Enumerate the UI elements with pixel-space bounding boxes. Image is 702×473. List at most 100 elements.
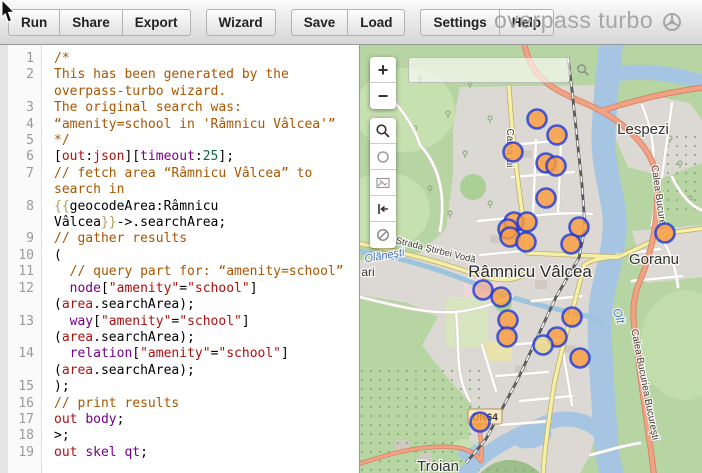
line-number: 16 bbox=[8, 396, 42, 412]
code-line: 14 relation["amenity"="school"] bbox=[8, 346, 360, 362]
export-image-tool-button[interactable] bbox=[370, 170, 396, 196]
code-text: out skel qt; bbox=[42, 445, 148, 461]
export-button[interactable]: Export bbox=[122, 9, 191, 36]
save-load-group: Save Load bbox=[291, 9, 406, 36]
line-number: 8 bbox=[8, 199, 42, 215]
school-marker[interactable] bbox=[528, 110, 547, 129]
overpass-turbo-app: { "app": { "logo_text": "overpass turbo"… bbox=[0, 0, 702, 473]
code-text: out body; bbox=[42, 412, 124, 428]
code-text: [out:json][timeout:25]; bbox=[42, 149, 234, 165]
collapse-left-icon bbox=[375, 201, 391, 217]
code-text: node["amenity"="school"] bbox=[42, 281, 258, 297]
line-number bbox=[8, 182, 42, 198]
code-text: >; bbox=[42, 428, 70, 444]
line-number: 2 bbox=[8, 67, 42, 83]
line-number: 4 bbox=[8, 117, 42, 133]
share-button[interactable]: Share bbox=[59, 9, 123, 36]
code-text: // gather results bbox=[42, 231, 187, 247]
line-number: 5 bbox=[8, 133, 42, 149]
map-search-box[interactable] bbox=[408, 57, 570, 83]
line-number: 18 bbox=[8, 428, 42, 444]
code-text: The original search was: bbox=[42, 100, 242, 116]
code-line: Vâlcea}}->.searchArea; bbox=[8, 215, 360, 231]
school-marker[interactable] bbox=[534, 336, 553, 355]
school-marker[interactable] bbox=[474, 281, 493, 300]
code-line: 5*/ bbox=[8, 133, 360, 149]
code-line: 3The original search was: bbox=[8, 100, 360, 116]
code-text: (area.searchArea); bbox=[42, 297, 195, 313]
code-text: (area.searchArea); bbox=[42, 330, 195, 346]
load-button[interactable]: Load bbox=[347, 9, 405, 36]
code-line: 4“amenity=school in 'Râmnicu Vâlcea'” bbox=[8, 117, 360, 133]
image-icon bbox=[375, 175, 391, 191]
line-number: 14 bbox=[8, 346, 42, 362]
code-text: overpass-turbo wizard. bbox=[42, 84, 226, 100]
line-number: 9 bbox=[8, 231, 42, 247]
line-number: 19 bbox=[8, 445, 42, 461]
school-marker[interactable] bbox=[471, 413, 490, 432]
zoom-out-button[interactable]: − bbox=[370, 83, 396, 109]
app-logo: overpass turbo bbox=[494, 7, 682, 34]
code-text: // fetch area “Râmnicu Vâlcea” to bbox=[42, 166, 312, 182]
line-number: 13 bbox=[8, 314, 42, 330]
code-text: */ bbox=[42, 133, 70, 149]
school-marker[interactable] bbox=[518, 213, 537, 232]
zoom-in-button[interactable]: + bbox=[370, 57, 396, 83]
magnifier-tool-button[interactable] bbox=[370, 118, 396, 144]
school-marker[interactable] bbox=[517, 233, 536, 252]
code-area[interactable]: 1/*2This has been generated by theoverpa… bbox=[8, 51, 360, 461]
map-tiles: DN64 LespeziGoranuRâmnicu VâlceaOlăneşti… bbox=[360, 45, 702, 473]
line-number: 17 bbox=[8, 412, 42, 428]
line-number bbox=[8, 363, 42, 379]
school-marker[interactable] bbox=[548, 126, 567, 145]
code-text: way["amenity"="school"] bbox=[42, 314, 250, 330]
zoom-control: + − bbox=[370, 57, 396, 109]
line-number: 6 bbox=[8, 149, 42, 165]
code-line: 8{{geocodeArea:Râmnicu bbox=[8, 199, 360, 215]
wizard-button[interactable]: Wizard bbox=[206, 9, 276, 36]
school-marker[interactable] bbox=[563, 308, 582, 327]
school-marker[interactable] bbox=[504, 143, 523, 162]
search-icon bbox=[576, 63, 590, 77]
school-marker[interactable] bbox=[498, 328, 517, 347]
locate-circle-icon bbox=[375, 149, 391, 165]
school-marker[interactable] bbox=[571, 349, 590, 368]
code-line: (area.searchArea); bbox=[8, 297, 360, 313]
cancel-tool-button[interactable] bbox=[370, 222, 396, 248]
code-line: (area.searchArea); bbox=[8, 330, 360, 346]
line-number: 1 bbox=[8, 51, 42, 67]
line-number: 3 bbox=[8, 100, 42, 116]
school-marker[interactable] bbox=[656, 224, 675, 243]
code-line: 18>; bbox=[8, 428, 360, 444]
school-marker[interactable] bbox=[562, 235, 581, 254]
school-marker[interactable] bbox=[492, 288, 511, 307]
line-number bbox=[8, 215, 42, 231]
map-label: ari bbox=[361, 265, 374, 279]
map-label: Troian bbox=[417, 458, 459, 473]
map-search-input[interactable] bbox=[409, 63, 576, 77]
code-text: ( bbox=[42, 248, 62, 264]
school-marker[interactable] bbox=[537, 189, 556, 208]
turbo-wheel-icon bbox=[662, 12, 682, 32]
line-number bbox=[8, 330, 42, 346]
code-line: 16// print results bbox=[8, 396, 360, 412]
code-line: 10( bbox=[8, 248, 360, 264]
code-line: 13 way["amenity"="school"] bbox=[8, 314, 360, 330]
code-line: 11 // query part for: “amenity=school” bbox=[8, 264, 360, 280]
collapse-panel-tool-button[interactable] bbox=[370, 196, 396, 222]
school-marker[interactable] bbox=[547, 157, 566, 176]
code-line: 15); bbox=[8, 379, 360, 395]
locate-tool-button[interactable] bbox=[370, 144, 396, 170]
save-button[interactable]: Save bbox=[291, 9, 349, 36]
query-editor[interactable]: 1/*2This has been generated by theoverpa… bbox=[0, 45, 360, 473]
code-text: {{geocodeArea:Râmnicu bbox=[42, 199, 218, 215]
map-canvas[interactable]: DN64 LespeziGoranuRâmnicu VâlceaOlăneşti… bbox=[360, 45, 702, 473]
code-line: 12 node["amenity"="school"] bbox=[8, 281, 360, 297]
magnifier-icon bbox=[375, 123, 391, 139]
map-tool-control bbox=[370, 118, 396, 248]
app-logo-text: overpass turbo bbox=[494, 7, 653, 34]
query-button-group: Run Share Export bbox=[8, 9, 191, 36]
code-line: 19out skel qt; bbox=[8, 445, 360, 461]
code-line: 17out body; bbox=[8, 412, 360, 428]
settings-button[interactable]: Settings bbox=[420, 9, 499, 36]
